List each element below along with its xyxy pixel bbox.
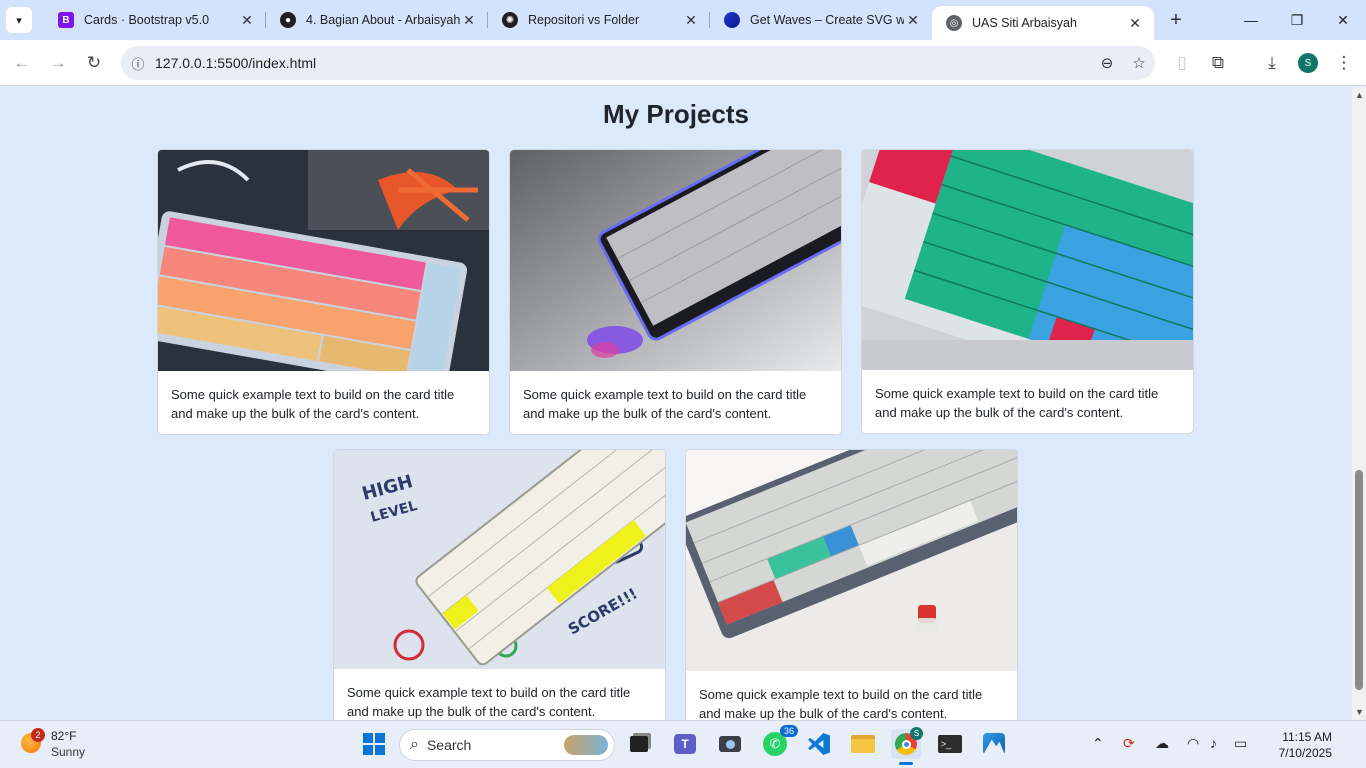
teams-icon[interactable]: T bbox=[670, 729, 700, 759]
green-red-keyboard-image bbox=[862, 150, 1193, 370]
scroll-up-icon[interactable]: ▲ bbox=[1355, 90, 1364, 100]
minimize-button[interactable]: — bbox=[1228, 0, 1274, 40]
tab-getwaves[interactable]: Get Waves – Create SVG wav ✕ bbox=[710, 0, 932, 40]
white-yellow-keyboard-image: HIGH LEVEL SCORE!!! bbox=[334, 450, 665, 669]
whatsapp-unread-badge: 36 bbox=[779, 725, 798, 737]
url-text[interactable]: 127.0.0.1:5500/index.html bbox=[155, 55, 1091, 71]
close-icon[interactable]: ✕ bbox=[238, 12, 256, 29]
scroll-down-icon[interactable]: ▼ bbox=[1355, 707, 1364, 717]
download-icon[interactable]: ⤓ bbox=[1254, 45, 1290, 81]
menu-icon[interactable]: ⋮ bbox=[1326, 45, 1362, 81]
close-icon[interactable]: ✕ bbox=[904, 12, 922, 29]
tab-github[interactable]: ● 4. Bagian About - Arbaisyah/ ✕ bbox=[266, 0, 488, 40]
start-button[interactable] bbox=[359, 729, 389, 759]
github-icon: ● bbox=[280, 12, 296, 28]
photos-icon[interactable] bbox=[979, 729, 1009, 759]
close-icon[interactable]: ✕ bbox=[682, 12, 700, 29]
card-text: Some quick example text to build on the … bbox=[875, 386, 1159, 420]
close-icon[interactable]: ✕ bbox=[1126, 15, 1144, 32]
bootstrap-icon: B bbox=[58, 12, 74, 28]
wifi-icon[interactable]: ◠ bbox=[1187, 735, 1199, 752]
waves-icon bbox=[724, 12, 740, 28]
profile-avatar[interactable]: S bbox=[1298, 53, 1318, 73]
cloud-off-icon[interactable]: ☁ bbox=[1155, 735, 1169, 752]
scrollbar-thumb[interactable] bbox=[1355, 470, 1363, 690]
page-viewport: My Projects Some quick example text to b… bbox=[0, 87, 1352, 720]
bookmark-star-icon[interactable]: ☆ bbox=[1123, 54, 1155, 72]
tab-chatgpt[interactable]: ✺ Repositori vs Folder ✕ bbox=[488, 0, 710, 40]
project-card: Some quick example text to build on the … bbox=[685, 449, 1018, 720]
system-clock[interactable]: 11:15 AM 7/10/2025 bbox=[1262, 729, 1332, 761]
clock-time: 11:15 AM bbox=[1282, 730, 1332, 744]
weather-temperature[interactable]: 82°F bbox=[51, 729, 76, 743]
address-bar[interactable]: ⓘ 127.0.0.1:5500/index.html ⊖ ☆ bbox=[121, 46, 1155, 80]
page-scrollbar[interactable]: ▲ ▼ bbox=[1352, 87, 1366, 720]
tab-title: Repositori vs Folder bbox=[528, 13, 640, 27]
project-card: Some quick example text to build on the … bbox=[157, 149, 490, 435]
show-hidden-icons[interactable]: ⌃ bbox=[1092, 735, 1104, 752]
search-icon: ⌕ bbox=[410, 736, 419, 753]
tab-bootstrap[interactable]: B Cards · Bootstrap v5.0 ✕ bbox=[44, 0, 266, 40]
grey-backlit-keyboard-image bbox=[510, 150, 841, 371]
tab-uas[interactable]: ◎ UAS Siti Arbaisyah ✕ bbox=[932, 6, 1154, 40]
extension-slot-icon[interactable]: ▯ bbox=[1164, 45, 1200, 81]
search-highlight-icon bbox=[564, 735, 608, 755]
card-text: Some quick example text to build on the … bbox=[699, 687, 983, 720]
project-card: Some quick example text to build on the … bbox=[509, 149, 842, 435]
globe-icon: ◎ bbox=[946, 15, 962, 31]
taskbar-search-input[interactable]: ⌕ Search bbox=[399, 729, 615, 761]
weather-condition[interactable]: Sunny bbox=[51, 745, 85, 759]
active-app-indicator bbox=[899, 762, 913, 765]
tab-search-button[interactable]: ▾ bbox=[6, 7, 32, 33]
task-view-icon[interactable] bbox=[624, 729, 654, 759]
close-window-button[interactable]: ✕ bbox=[1320, 0, 1366, 40]
reload-button[interactable]: ↻ bbox=[76, 45, 112, 81]
tab-title: 4. Bagian About - Arbaisyah/ bbox=[306, 13, 460, 27]
chrome-profile-badge: S bbox=[910, 727, 923, 740]
file-explorer-icon[interactable] bbox=[848, 729, 878, 759]
camera-icon[interactable] bbox=[715, 729, 745, 759]
chrome-icon[interactable]: S bbox=[891, 727, 923, 765]
restore-button[interactable]: ❐ bbox=[1274, 0, 1320, 40]
site-info-icon[interactable]: ⓘ bbox=[121, 54, 155, 73]
avatar: S bbox=[1298, 53, 1318, 73]
zoom-icon[interactable]: ⊖ bbox=[1091, 54, 1123, 72]
chatgpt-icon: ✺ bbox=[502, 12, 518, 28]
card-text: Some quick example text to build on the … bbox=[347, 685, 631, 719]
project-card: HIGH LEVEL SCORE!!! Some quick example t… bbox=[333, 449, 666, 720]
card-text: Some quick example text to build on the … bbox=[523, 387, 807, 421]
volume-icon[interactable]: ♪ bbox=[1210, 735, 1217, 751]
search-placeholder: Search bbox=[426, 737, 472, 753]
extensions-icon[interactable]: ⧉ bbox=[1200, 45, 1236, 81]
whatsapp-icon[interactable]: ✆ 36 bbox=[760, 725, 798, 759]
battery-icon[interactable]: ▭ bbox=[1234, 735, 1247, 752]
page-title: My Projects bbox=[603, 99, 749, 129]
retro-keyboard-image bbox=[686, 450, 1017, 671]
windows-taskbar: 2 82°F Sunny ⌕ Search T ✆ 36 S >_ ⌃ ⟳ ☁ … bbox=[0, 720, 1366, 768]
browser-toolbar: ← → ↻ ⓘ 127.0.0.1:5500/index.html ⊖ ☆ ▯ … bbox=[0, 40, 1366, 86]
card-text: Some quick example text to build on the … bbox=[171, 387, 455, 421]
terminal-icon[interactable]: >_ bbox=[935, 729, 965, 759]
forward-button[interactable]: → bbox=[40, 45, 76, 81]
close-icon[interactable]: ✕ bbox=[460, 12, 478, 29]
tab-title: Get Waves – Create SVG wav bbox=[750, 13, 904, 27]
tab-title: UAS Siti Arbaisyah bbox=[972, 16, 1077, 30]
weather-notification-badge: 2 bbox=[31, 728, 45, 742]
new-tab-button[interactable]: + bbox=[1160, 9, 1192, 32]
back-button[interactable]: ← bbox=[4, 45, 40, 81]
project-card: Some quick example text to build on the … bbox=[861, 149, 1194, 434]
tab-strip: ▾ B Cards · Bootstrap v5.0 ✕ ● 4. Bagian… bbox=[0, 0, 1366, 40]
clock-date: 7/10/2025 bbox=[1278, 746, 1332, 760]
tab-title: Cards · Bootstrap v5.0 bbox=[84, 13, 210, 27]
vscode-icon[interactable] bbox=[804, 729, 834, 759]
sync-icon[interactable]: ⟳ bbox=[1123, 735, 1135, 752]
pink-orange-keyboard-image bbox=[158, 150, 489, 371]
